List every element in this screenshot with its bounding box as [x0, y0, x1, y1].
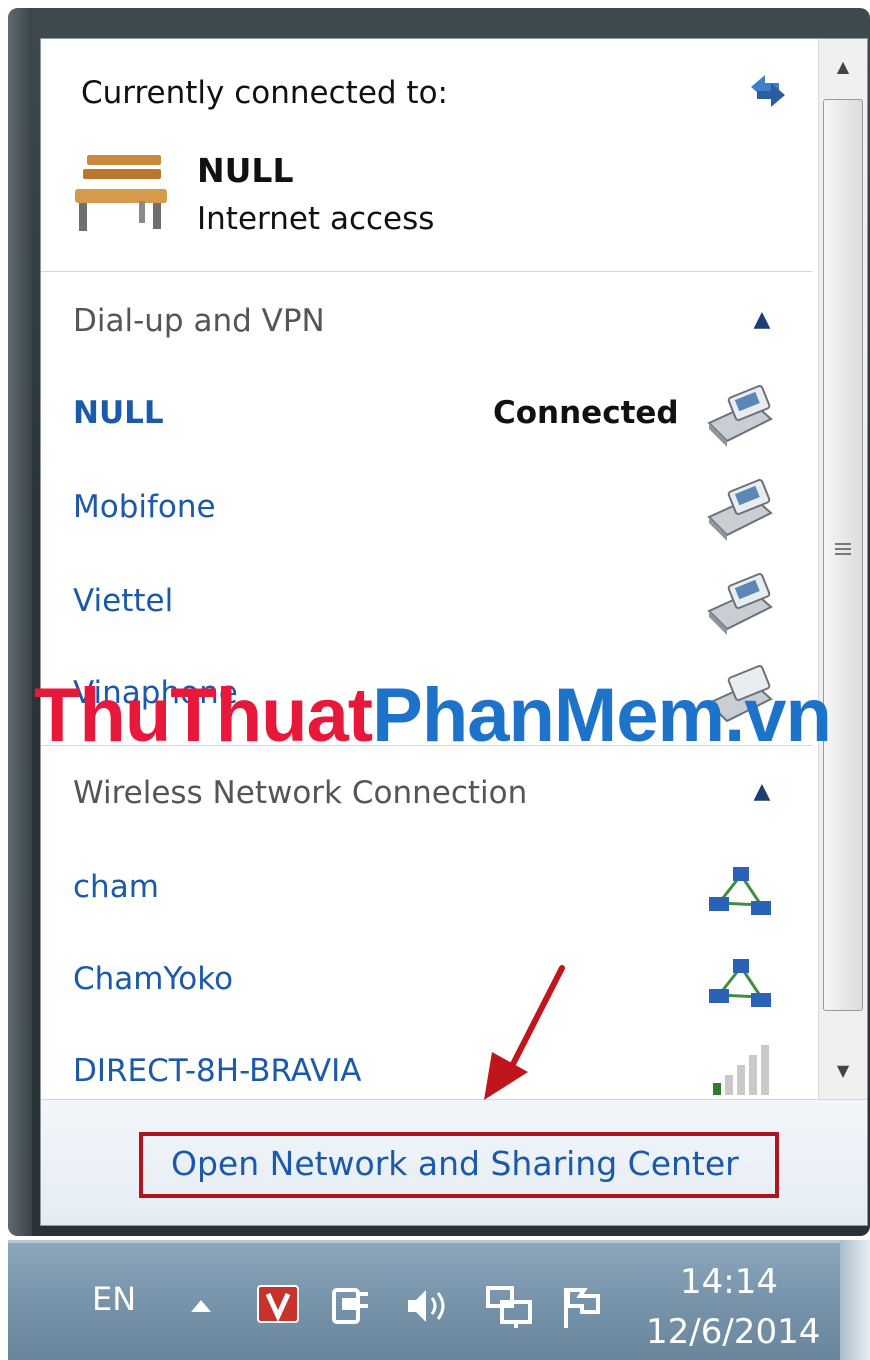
- red-arrow-annotation: [484, 965, 565, 1100]
- network-flyout-panel: Currently connected to: NULL Internet ac…: [40, 38, 868, 1226]
- section-header-wireless[interactable]: Wireless Network Connection: [73, 775, 527, 811]
- currently-connected-header: Currently connected to:: [81, 75, 448, 111]
- scroll-grip-icon: [835, 540, 851, 556]
- language-indicator[interactable]: EN: [92, 1280, 136, 1318]
- flyout-frame: Currently connected to: NULL Internet ac…: [8, 8, 870, 1236]
- section-header-dialup[interactable]: Dial-up and VPN: [73, 303, 325, 339]
- collapse-chevron-icon[interactable]: ▲: [747, 779, 777, 809]
- connection-status-label: Connected: [493, 395, 679, 431]
- scroll-down-arrow-icon[interactable]: ▼: [825, 1049, 861, 1093]
- taskbar-edge: [8, 1240, 870, 1243]
- section-divider: [41, 271, 813, 272]
- frame-edge: [8, 8, 32, 1236]
- power-icon[interactable]: [328, 1284, 372, 1328]
- taskbar: EN 14:14 12/6/2014: [8, 1240, 870, 1360]
- scrollbar-thumb[interactable]: [823, 99, 863, 1011]
- dialup-item-vinaphone[interactable]: Vinaphone: [73, 675, 238, 711]
- adhoc-network-icon: [709, 867, 771, 915]
- v-app-icon[interactable]: [256, 1284, 300, 1324]
- flyout-footer: Open Network and Sharing Center: [41, 1099, 867, 1225]
- action-center-flag-icon[interactable]: [560, 1284, 604, 1330]
- network-icon[interactable]: [484, 1284, 534, 1330]
- collapse-chevron-icon[interactable]: ▲: [747, 307, 777, 337]
- dialup-phone-icon: [707, 479, 773, 541]
- bench-icon: [75, 155, 167, 231]
- dialup-item-mobifone[interactable]: Mobifone: [73, 489, 216, 525]
- wifi-item-chamyoko[interactable]: ChamYoko: [73, 961, 233, 997]
- current-connection-name: NULL: [197, 151, 294, 190]
- dialup-item-viettel[interactable]: Viettel: [73, 583, 173, 619]
- current-connection-status: Internet access: [197, 201, 435, 237]
- wifi-item-cham[interactable]: cham: [73, 869, 159, 905]
- dialup-item-null[interactable]: NULL: [73, 395, 164, 431]
- open-network-sharing-center-link[interactable]: Open Network and Sharing Center: [171, 1144, 739, 1183]
- dialup-phone-icon: [707, 573, 773, 635]
- dialup-phone-icon: [707, 385, 773, 447]
- adhoc-network-icon: [709, 959, 771, 1007]
- refresh-icon[interactable]: [743, 69, 793, 113]
- vertical-scrollbar[interactable]: ▲ ▼: [818, 39, 867, 1099]
- dialup-phone-icon: [707, 665, 773, 723]
- volume-icon[interactable]: [404, 1284, 452, 1328]
- wifi-item-direct-bravia[interactable]: DIRECT-8H-BRAVIA: [73, 1053, 362, 1089]
- signal-bars-icon: [713, 1045, 769, 1095]
- scroll-up-arrow-icon[interactable]: ▲: [825, 45, 861, 89]
- show-hidden-icons-icon[interactable]: [188, 1296, 214, 1316]
- section-divider: [41, 745, 813, 746]
- show-desktop-button[interactable]: [840, 1240, 870, 1360]
- clock-date[interactable]: 12/6/2014: [646, 1312, 820, 1352]
- clock-time[interactable]: 14:14: [680, 1262, 778, 1302]
